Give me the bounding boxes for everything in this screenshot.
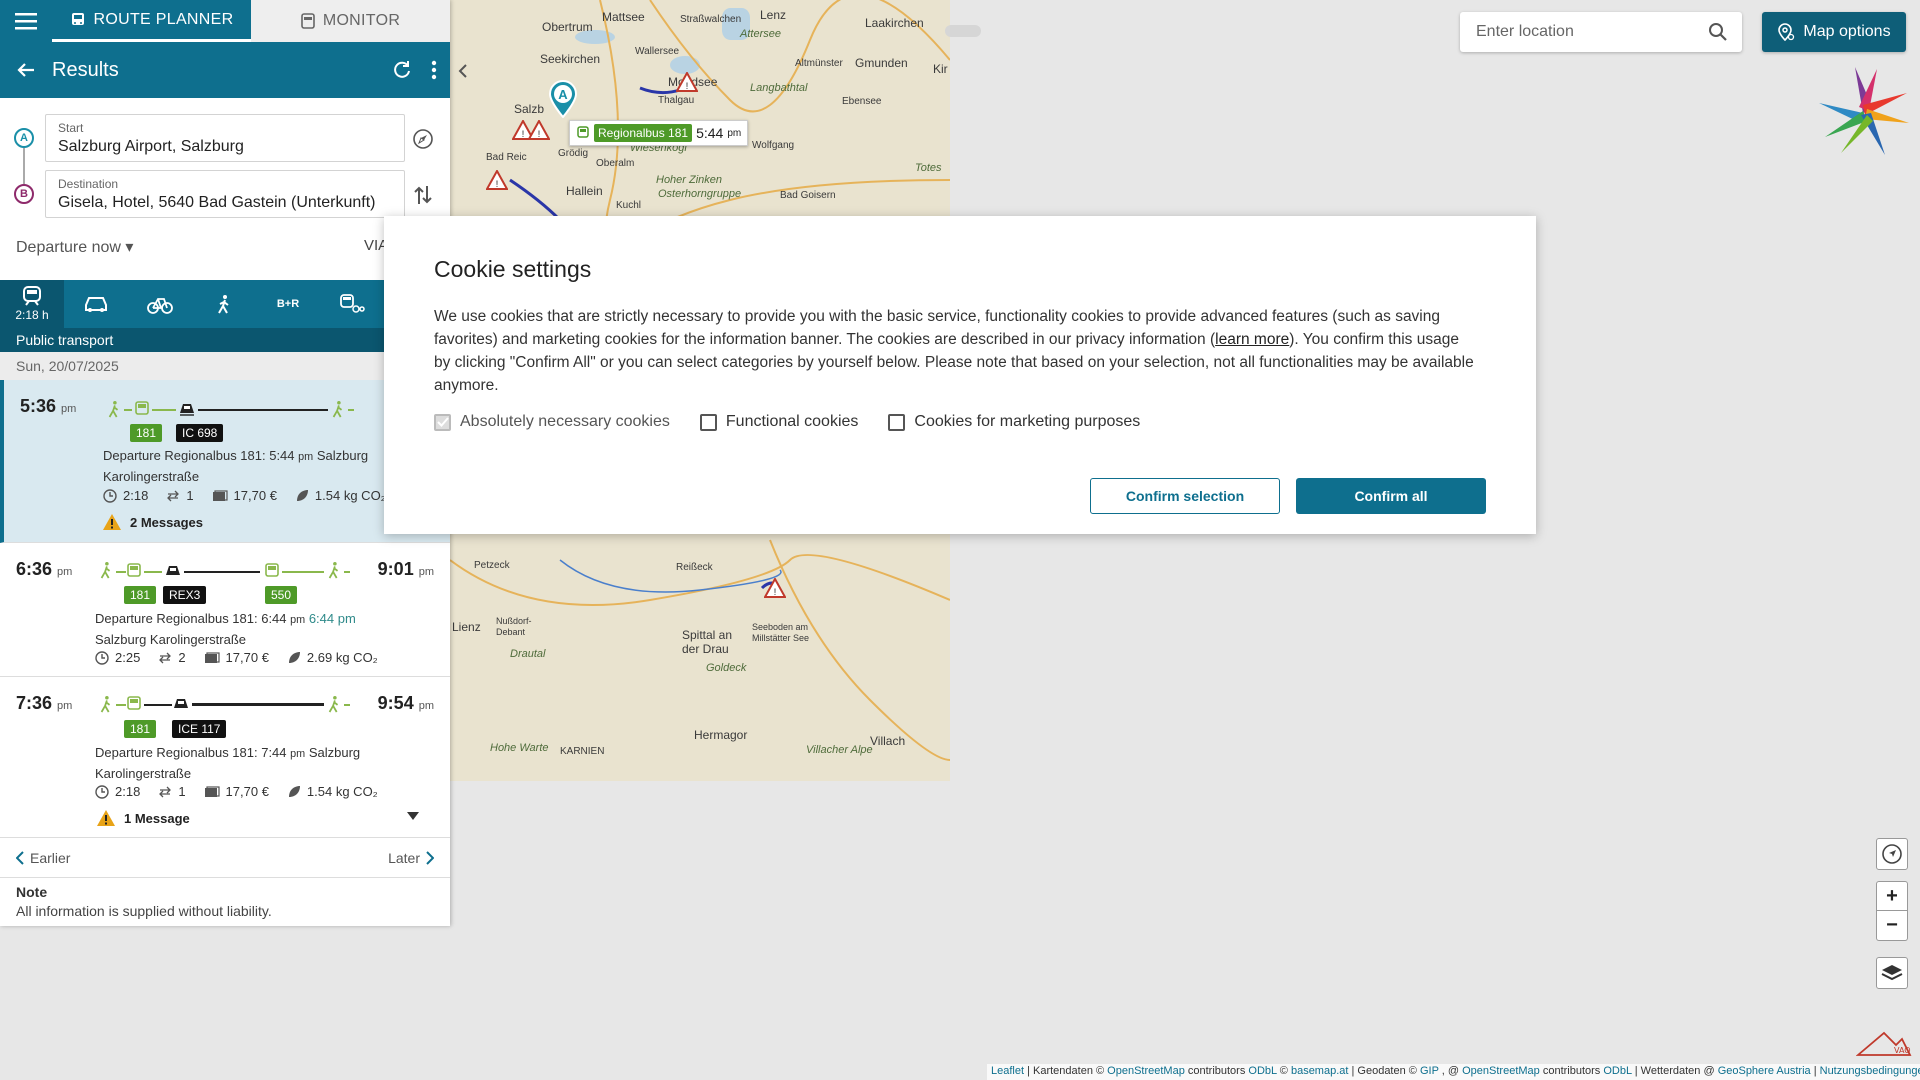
checkbox	[434, 413, 451, 431]
confirm-selection-button[interactable]: Confirm selection	[1090, 478, 1280, 514]
marketing-cookies-checkbox[interactable]: Cookies for marketing purposes	[888, 413, 1140, 431]
cookie-text: We use cookies that are strictly necessa…	[434, 308, 1474, 394]
checkbox[interactable]	[888, 413, 906, 431]
necessary-cookies-checkbox: Absolutely necessary cookies	[434, 413, 670, 431]
functional-cookies-checkbox[interactable]: Functional cookies	[699, 413, 858, 431]
confirm-all-button[interactable]: Confirm all	[1296, 478, 1486, 514]
cookie-title: Cookie settings	[434, 256, 592, 282]
check-icon	[436, 417, 449, 427]
cookie-options: Absolutely necessary cookies Functional …	[434, 413, 1486, 431]
cookie-overlay: Cookie settings We use cookies that are …	[0, 0, 1920, 1080]
cookie-dialog: Cookie settings We use cookies that are …	[384, 216, 1536, 534]
learn-more-link[interactable]: learn more	[1215, 331, 1289, 348]
checkbox[interactable]	[699, 413, 717, 431]
